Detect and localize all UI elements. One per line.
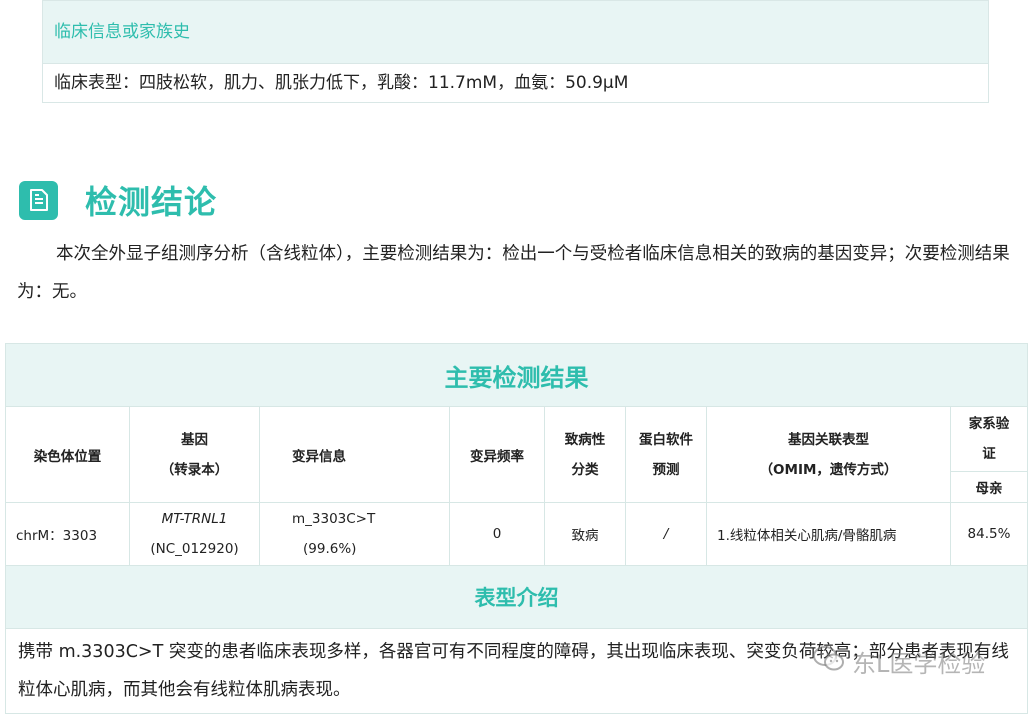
header-family-line2: 证 bbox=[982, 446, 996, 462]
cell-gene-name: MT-TRNL1 bbox=[161, 511, 228, 527]
header-family: 家系验 证 bbox=[950, 406, 1028, 472]
cell-phenotype: 1.线粒体相关心肌病/骨骼肌病 bbox=[706, 502, 951, 566]
cell-pathogenicity: 致病 bbox=[544, 502, 626, 566]
header-path-line2: 分类 bbox=[571, 461, 599, 478]
header-prediction: 蛋白软件 预测 bbox=[625, 406, 707, 503]
clinical-info-heading: 临床信息或家族史 bbox=[43, 1, 988, 64]
clinical-info-box: 临床信息或家族史 临床表型：四肢松软，肌力、肌张力低下，乳酸：11.7mM，血氨… bbox=[42, 0, 989, 103]
cell-variant-name: m_3303C>T bbox=[292, 511, 376, 527]
header-pheno-line2: （OMIM，遗传方式） bbox=[759, 461, 898, 478]
header-variant: 变异信息 bbox=[259, 406, 450, 503]
cell-frequency: 0 bbox=[449, 502, 545, 566]
cell-variant: m_3303C>T (99.6%) bbox=[259, 502, 450, 566]
header-pheno-line1: 基因关联表型 bbox=[788, 431, 869, 448]
header-path-line1: 致病性 bbox=[564, 431, 606, 448]
conclusion-paragraph: 本次全外显子组测序分析（含线粒体），主要检测结果为：检出一个与受检者临床信息相关… bbox=[17, 244, 1010, 302]
cell-transcript: (NC_012920) bbox=[150, 541, 239, 557]
section-header: 检测结论 bbox=[19, 178, 217, 222]
header-gene: 基因 （转录本） bbox=[129, 406, 260, 503]
watermark: 东L医学检验 bbox=[812, 644, 985, 679]
table-title: 主要检测结果 bbox=[5, 343, 1028, 407]
section-title: 检测结论 bbox=[85, 183, 218, 221]
header-mother: 母亲 bbox=[950, 471, 1028, 503]
header-chromosome: 染色体位置 bbox=[5, 406, 130, 503]
header-pred-line2: 预测 bbox=[652, 461, 680, 478]
cell-variant-ratio: (99.6%) bbox=[303, 541, 357, 557]
cell-gene: MT-TRNL1 (NC_012920) bbox=[129, 502, 260, 566]
document-icon bbox=[19, 180, 58, 220]
cell-chromosome: chrM：3303 bbox=[5, 502, 130, 566]
header-gene-line1: 基因 bbox=[181, 431, 208, 448]
header-pathogenicity: 致病性 分类 bbox=[544, 406, 626, 503]
wechat-icon bbox=[812, 645, 846, 679]
watermark-text: 东L医学检验 bbox=[852, 650, 986, 678]
cell-mother: 84.5% bbox=[950, 502, 1028, 566]
header-family-line1: 家系验 bbox=[968, 416, 1010, 432]
header-gene-line2: （转录本） bbox=[160, 461, 229, 478]
header-frequency: 变异频率 bbox=[449, 406, 545, 503]
phenotype-title: 表型介绍 bbox=[5, 565, 1028, 629]
header-pred-line1: 蛋白软件 bbox=[639, 431, 693, 448]
header-phenotype: 基因关联表型 （OMIM，遗传方式） bbox=[706, 406, 951, 503]
clinical-info-text: 临床表型：四肢松软，肌力、肌张力低下，乳酸：11.7mM，血氨：50.9μM bbox=[54, 73, 629, 93]
cell-prediction: / bbox=[625, 502, 707, 566]
